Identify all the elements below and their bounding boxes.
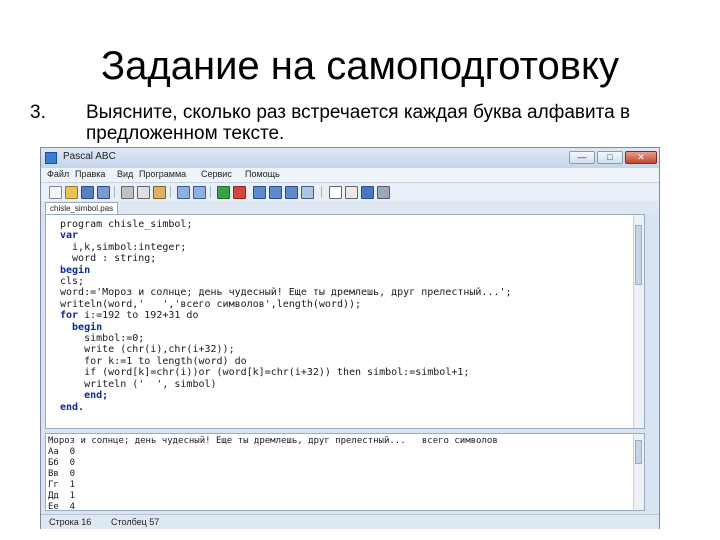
code-text-span: i:=192 to 192+31 do xyxy=(78,310,199,322)
output-scrollbar[interactable] xyxy=(633,434,644,510)
menu-bar: Файл Правка Вид Программа Сервис Помощь xyxy=(41,168,659,182)
toolbar-separator xyxy=(114,186,115,198)
menu-edit[interactable]: Правка xyxy=(75,169,105,179)
code-line: begin xyxy=(60,322,644,333)
scrollbar-thumb[interactable] xyxy=(635,440,642,464)
open-icon[interactable] xyxy=(65,186,78,199)
code-keyword: for xyxy=(60,310,79,322)
code-line: cls; xyxy=(60,276,644,287)
code-text-span: for k:=1 to length(word) do xyxy=(60,355,247,367)
code-text-span: word : string; xyxy=(60,253,157,265)
task-text: Выясните, сколько раз встречается каждая… xyxy=(86,102,631,144)
slide-title: Задание на самоподготовку xyxy=(101,44,619,88)
tab-bar: chisle_simbol.pas xyxy=(41,201,659,215)
status-bar: Строка 16 Столбец 57 xyxy=(41,514,659,529)
menu-file[interactable]: Файл xyxy=(47,169,69,179)
code-text-span: if (word[k]=chr(i))or (word[k]=chr(i+32)… xyxy=(60,367,470,379)
window-titlebar[interactable]: Pascal ABC — □ ✕ xyxy=(41,148,659,168)
paste-icon[interactable] xyxy=(153,186,166,199)
output-line: Гг 1 xyxy=(48,480,76,490)
watch-icon[interactable] xyxy=(301,186,314,199)
code-line: for i:=192 to 192+31 do xyxy=(60,310,644,321)
scrollbar-thumb[interactable] xyxy=(635,225,642,285)
output-line: Ее 4 xyxy=(48,502,76,511)
menu-help[interactable]: Помощь xyxy=(245,169,280,179)
code-line: writeln(word,' ','всего символов',length… xyxy=(60,299,644,310)
code-text-span: word:='Мороз и солнце; день чудесный! Ещ… xyxy=(60,287,512,299)
window-title: Pascal ABC xyxy=(63,151,116,162)
output-line: Дд 1 xyxy=(48,491,76,501)
code-text-span: i,k,simbol:integer; xyxy=(60,241,187,253)
toolbar-separator xyxy=(321,186,322,198)
code-line: program chisle_simbol; xyxy=(60,219,644,230)
code-keyword: var xyxy=(60,230,79,242)
copy-icon[interactable] xyxy=(137,186,150,199)
save-all-icon[interactable] xyxy=(97,186,110,199)
code-text: program chisle_simbol; var i,k,simbol:int… xyxy=(46,215,644,413)
toolbar xyxy=(41,182,659,202)
code-text-span: writeln(word,' ','всего символов',length… xyxy=(60,298,362,310)
code-line: end; xyxy=(60,390,644,401)
undo-icon[interactable] xyxy=(177,186,190,199)
help-icon[interactable] xyxy=(361,186,374,199)
output-line: Вв 0 xyxy=(48,469,76,479)
menu-view[interactable]: Вид xyxy=(117,169,133,179)
cut-icon[interactable] xyxy=(121,186,134,199)
new-file-icon[interactable] xyxy=(49,186,62,199)
font-icon[interactable] xyxy=(329,186,342,199)
output-line: Мороз и солнце; день чудесный! Еще ты др… xyxy=(48,436,498,446)
output-text: Мороз и солнце; день чудесный! Еще ты др… xyxy=(46,434,644,511)
code-line: i,k,simbol:integer; xyxy=(60,242,644,253)
code-text-span: write (chr(i),chr(i+32)); xyxy=(60,344,235,356)
code-editor[interactable]: program chisle_simbol; var i,k,simbol:int… xyxy=(45,214,645,429)
code-keyword: begin xyxy=(60,264,91,276)
toolbar-separator xyxy=(170,186,171,198)
status-column: Столбец 57 xyxy=(111,517,160,527)
code-line: var xyxy=(60,230,644,241)
editor-scrollbar[interactable] xyxy=(633,215,644,428)
code-line: writeln (' ', simbol) xyxy=(60,379,644,390)
stop-icon[interactable] xyxy=(233,186,246,199)
redo-icon[interactable] xyxy=(193,186,206,199)
output-line: Бб 0 xyxy=(48,458,76,468)
code-keyword: end. xyxy=(60,401,85,413)
toolbar-separator xyxy=(210,186,211,198)
code-keyword: end; xyxy=(60,390,109,402)
settings-icon[interactable] xyxy=(377,186,390,199)
code-line: write (chr(i),chr(i+32)); xyxy=(60,344,644,355)
menu-service[interactable]: Сервис xyxy=(201,169,232,179)
format-icon[interactable] xyxy=(345,186,358,199)
minimize-button[interactable]: — xyxy=(569,151,595,164)
close-button[interactable]: ✕ xyxy=(625,151,657,164)
code-line: if (word[k]=chr(i))or (word[k]=chr(i+32)… xyxy=(60,367,644,378)
code-text-span: cls; xyxy=(60,276,85,288)
step-into-icon[interactable] xyxy=(269,186,282,199)
code-line: for k:=1 to length(word) do xyxy=(60,356,644,367)
save-icon[interactable] xyxy=(81,186,94,199)
task-number: 3. xyxy=(30,102,46,123)
code-text-span: simbol:=0; xyxy=(60,333,145,345)
code-line: end. xyxy=(60,402,644,413)
maximize-button[interactable]: □ xyxy=(597,151,623,164)
code-text-span: program chisle_simbol; xyxy=(60,219,193,230)
code-line: word : string; xyxy=(60,253,644,264)
menu-program[interactable]: Программа xyxy=(139,169,186,179)
step-icon[interactable] xyxy=(253,186,266,199)
code-text-span: writeln (' ', simbol) xyxy=(60,378,217,390)
run-icon[interactable] xyxy=(217,186,230,199)
output-line: Аа 0 xyxy=(48,447,76,457)
output-panel[interactable]: Мороз и солнце; день чудесный! Еще ты др… xyxy=(45,433,645,511)
app-icon xyxy=(45,152,57,164)
pascal-abc-window: Pascal ABC — □ ✕ Файл Правка Вид Програм… xyxy=(40,147,660,529)
code-keyword: begin xyxy=(60,321,103,333)
code-line: word:='Мороз и солнце; день чудесный! Ещ… xyxy=(60,287,644,298)
code-line: begin xyxy=(60,265,644,276)
step-out-icon[interactable] xyxy=(285,186,298,199)
status-line: Строка 16 xyxy=(49,517,92,527)
code-line: simbol:=0; xyxy=(60,333,644,344)
